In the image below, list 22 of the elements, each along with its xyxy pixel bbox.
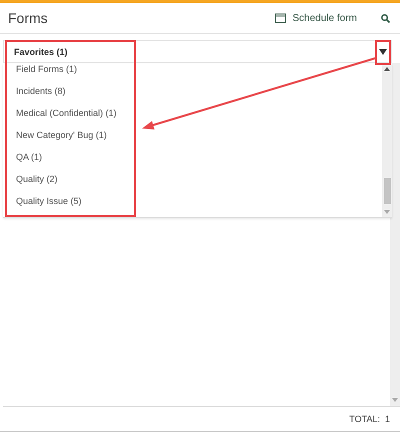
- dropdown-item[interactable]: Medical (Confidential) (1): [16, 102, 117, 124]
- dropdown-item[interactable]: QA (1): [16, 146, 42, 168]
- scroll-down-icon[interactable]: [384, 210, 390, 214]
- select-value: Favorites (1): [14, 46, 69, 56]
- dropdown-caret-icon[interactable]: [379, 48, 387, 54]
- scroll-down-icon[interactable]: [392, 398, 398, 402]
- page-title: Forms: [8, 10, 49, 26]
- highlight-frame: [375, 40, 391, 65]
- dropdown-item[interactable]: Quality Issue (5): [16, 190, 82, 212]
- dropdown-item[interactable]: Incidents (8): [16, 80, 66, 102]
- search-icon[interactable]: [381, 14, 390, 22]
- scroll-thumb[interactable]: [384, 178, 390, 204]
- scrollbar[interactable]: [390, 63, 400, 406]
- total-value: 1: [384, 414, 390, 424]
- schedule-form-button[interactable]: Schedule form: [270, 12, 361, 24]
- category-select[interactable]: Favorites (1): [3, 40, 392, 63]
- list-scrollbar[interactable]: [382, 64, 392, 217]
- calendar-icon: [274, 13, 286, 23]
- dropdown-item[interactable]: Quality (2): [16, 168, 58, 190]
- dropdown-item[interactable]: New Category' Bug (1): [16, 124, 107, 146]
- total-label: TOTAL:: [349, 414, 380, 424]
- scroll-up-icon[interactable]: [384, 67, 390, 71]
